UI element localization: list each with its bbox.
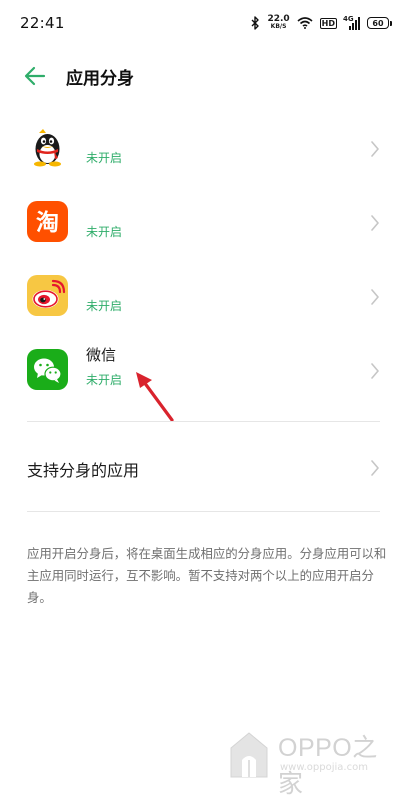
wechat-icon	[27, 349, 68, 390]
divider	[27, 421, 380, 422]
bluetooth-icon	[251, 16, 260, 30]
supported-apps-row[interactable]: 支持分身的应用	[0, 440, 407, 496]
cellular-signal-icon: 4G	[343, 14, 360, 30]
network-speed-unit: KB/S	[270, 23, 287, 30]
wifi-icon	[297, 17, 313, 29]
watermark: OPPO之家 www.oppojia.com	[226, 720, 396, 798]
weibo-icon	[27, 275, 68, 316]
app-clone-status: 未开启	[86, 225, 123, 239]
app-clone-description: 应用开启分身后，将在桌面生成相应的分身应用。分身应用可以和主应用同时运行，互不影…	[27, 546, 387, 605]
app-row-taobao[interactable]: 淘 未开启	[0, 190, 407, 264]
chevron-right-icon	[370, 141, 380, 157]
app-clone-status: 未开启	[86, 373, 123, 387]
status-time: 22:41	[20, 14, 65, 32]
chevron-right-icon	[370, 215, 380, 231]
app-row-weibo[interactable]: 未开启	[0, 264, 407, 338]
app-row-qq[interactable]: 未开启	[0, 116, 407, 190]
app-row-wechat[interactable]: 微信 未开启	[0, 338, 407, 412]
hd-badge: HD	[319, 17, 337, 29]
signal-type-label: 4G	[343, 14, 354, 23]
divider	[27, 511, 380, 512]
chevron-right-icon	[370, 363, 380, 379]
supported-apps-label: 支持分身的应用	[27, 461, 140, 480]
taobao-icon: 淘	[27, 201, 68, 242]
app-clone-status: 未开启	[86, 299, 123, 313]
network-speed: 22.0 KB/S	[267, 15, 289, 31]
chevron-right-icon	[370, 460, 380, 476]
network-speed-value: 22.0	[267, 14, 290, 24]
app-name: 微信	[86, 346, 117, 364]
watermark-logo-icon	[228, 730, 270, 784]
chevron-right-icon	[370, 289, 380, 305]
qq-penguin-icon	[27, 127, 68, 168]
watermark-url: www.oppojia.com	[280, 762, 368, 773]
battery-indicator: 60	[367, 17, 392, 29]
annotation-arrow-icon	[128, 368, 180, 426]
status-bar: 22:41 22.0 KB/S HD 4G 60	[0, 0, 407, 46]
page-title: 应用分身	[66, 69, 134, 89]
svg-text:淘: 淘	[36, 209, 59, 236]
back-arrow-icon[interactable]	[22, 63, 48, 89]
status-icons: 22.0 KB/S HD 4G 60	[251, 13, 392, 33]
app-clone-status: 未开启	[86, 151, 123, 165]
page-header: 应用分身	[0, 50, 407, 102]
